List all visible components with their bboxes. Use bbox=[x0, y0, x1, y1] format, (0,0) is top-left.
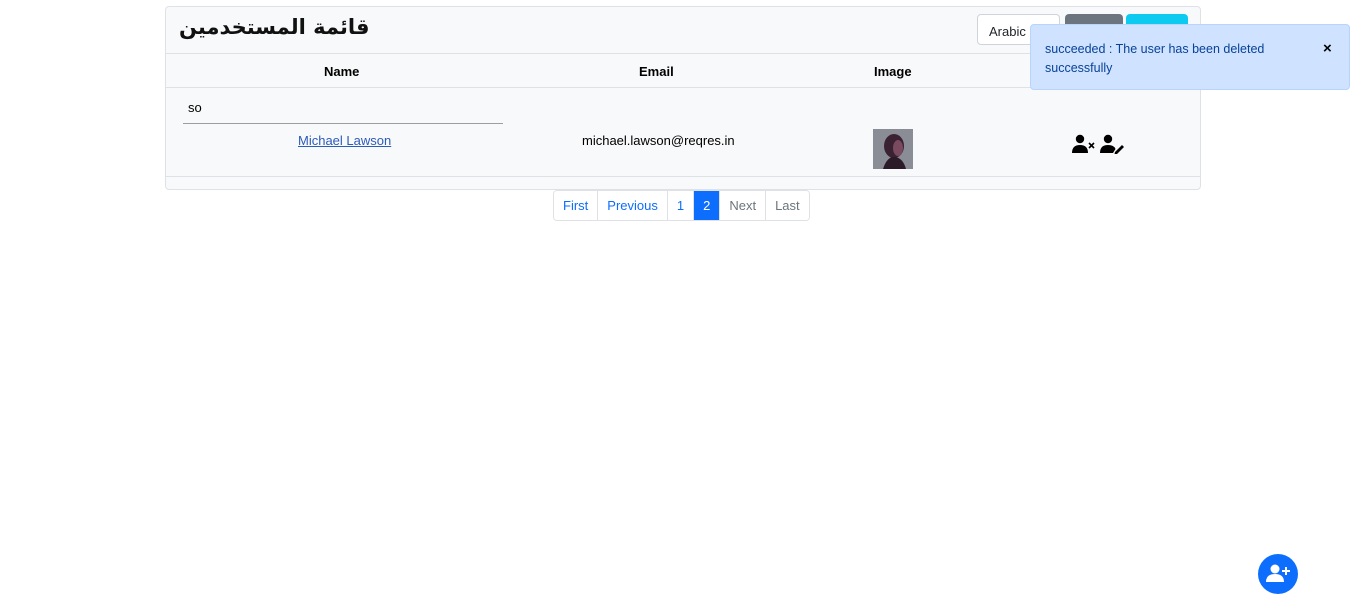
success-toast: succeeded : The user has been deleted su… bbox=[1030, 24, 1350, 90]
page-previous[interactable]: Previous bbox=[598, 191, 668, 220]
page-1[interactable]: 1 bbox=[667, 191, 695, 220]
edit-user-icon[interactable] bbox=[1100, 134, 1124, 154]
page-last[interactable]: Last bbox=[766, 191, 809, 220]
page-title: قائمة المستخدمين bbox=[179, 15, 370, 39]
row-divider bbox=[166, 176, 1200, 177]
search-input[interactable]: so bbox=[183, 97, 503, 124]
add-user-button[interactable] bbox=[1258, 554, 1298, 594]
column-header-image: Image bbox=[874, 64, 912, 79]
toast-message: succeeded : The user has been deleted su… bbox=[1045, 42, 1265, 75]
column-header-name: Name bbox=[324, 64, 360, 79]
pagination: First Previous 1 2 Next Last bbox=[553, 190, 810, 221]
page-first[interactable]: First bbox=[554, 191, 599, 220]
add-user-icon bbox=[1258, 564, 1298, 598]
user-email: michael.lawson@reqres.in bbox=[582, 133, 735, 148]
page-next[interactable]: Next bbox=[720, 191, 767, 220]
delete-user-icon[interactable] bbox=[1072, 134, 1096, 154]
user-name-link[interactable]: Michael Lawson bbox=[298, 133, 391, 148]
avatar bbox=[873, 129, 913, 169]
close-icon[interactable]: × bbox=[1323, 40, 1332, 57]
column-header-email: Email bbox=[639, 64, 674, 79]
page-2[interactable]: 2 bbox=[694, 191, 721, 220]
